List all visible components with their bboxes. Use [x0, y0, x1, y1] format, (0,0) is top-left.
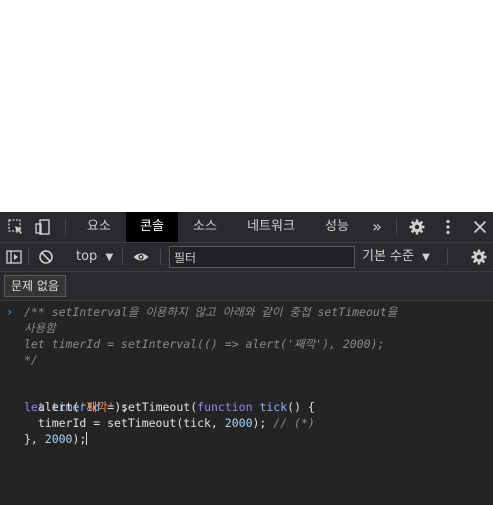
code-line: timerId = setTimeout(tick, 2000); // (*) — [24, 415, 315, 431]
clear-console-icon[interactable] — [36, 247, 56, 267]
code-token: // (*) — [273, 416, 315, 430]
code-token: alert( — [24, 400, 80, 414]
log-levels-label: 기본 수준 — [362, 249, 414, 264]
code-token: () { — [287, 400, 315, 414]
code-token: timerId = setTimeout(tick, — [24, 416, 225, 430]
filter-field[interactable] — [169, 246, 355, 268]
code-line: let timerId = setTimeout(function tick()… — [24, 383, 315, 414]
context-label: top — [76, 249, 98, 264]
code-token: ); — [114, 400, 129, 414]
log-levels-dropdown[interactable]: 기본 수준 ▼ — [362, 247, 430, 267]
code-token: setTimeout( — [120, 400, 198, 414]
dropdown-arrow-icon: ▼ — [422, 252, 430, 263]
tab-performance[interactable]: 성능 — [314, 212, 360, 242]
gear-icon[interactable] — [407, 217, 427, 237]
divider — [160, 249, 161, 265]
code-token: function — [197, 400, 253, 414]
close-icon[interactable] — [470, 217, 490, 237]
code-line: */ — [24, 353, 38, 367]
chevron-right-icon: › — [6, 305, 14, 319]
divider — [396, 219, 397, 235]
issues-button[interactable]: 문제 없음 — [4, 275, 66, 297]
divider — [65, 219, 66, 235]
code-line: 사용함 — [24, 321, 56, 335]
tab-sources[interactable]: 소스 — [182, 212, 228, 242]
filter-input[interactable] — [170, 249, 354, 267]
sidebar-toggle-icon[interactable] — [4, 247, 24, 267]
code-token: ); — [252, 416, 274, 430]
page-viewport — [0, 0, 493, 212]
code-token: ); — [72, 432, 87, 446]
divider — [122, 249, 123, 265]
text-cursor — [86, 432, 88, 445]
code-line: alert('째깍'); — [24, 399, 128, 415]
divider — [28, 249, 29, 265]
tab-elements[interactable]: 요소 — [76, 212, 122, 242]
code-token: 2000 — [224, 416, 253, 430]
code-token: }, — [24, 432, 45, 446]
console-toolbar: top ▼ 기본 수준 ▼ — [0, 243, 493, 272]
tab-console[interactable]: 콘솔 — [126, 212, 178, 242]
eye-icon[interactable] — [131, 247, 151, 267]
issues-bar: 문제 없음 — [0, 272, 493, 301]
device-toolbar-icon[interactable] — [33, 217, 53, 237]
more-tabs-button[interactable]: » — [366, 212, 388, 242]
divider — [447, 249, 448, 265]
code-token: '째깍' — [79, 400, 115, 414]
code-token: tick — [252, 400, 288, 414]
console-output[interactable]: › /** setInterval을 이용하지 않고 아래와 같이 중첩 set… — [0, 301, 493, 505]
dropdown-arrow-icon: ▼ — [105, 252, 114, 263]
code-line: /** setInterval을 이용하지 않고 아래와 같이 중첩 setTi… — [24, 305, 398, 319]
inspect-element-icon[interactable] — [6, 217, 26, 237]
code-token: 2000 — [44, 432, 73, 446]
kebab-menu-icon[interactable] — [438, 217, 458, 237]
devtools-tabbar: 요소 콘솔 소스 네트워크 성능 » — [0, 212, 493, 243]
context-selector[interactable]: top ▼ — [66, 247, 113, 267]
console-settings-gear-icon[interactable] — [469, 247, 489, 267]
code-line: let timerId = setInterval(() => alert('째… — [24, 337, 385, 351]
tab-network[interactable]: 네트워크 — [236, 212, 306, 242]
devtools-panel: 요소 콘솔 소스 네트워크 성능 » top ▼ 필터 기본 수준 ▼ 문제 없… — [0, 212, 493, 505]
code-line: }, 2000); — [24, 431, 88, 447]
